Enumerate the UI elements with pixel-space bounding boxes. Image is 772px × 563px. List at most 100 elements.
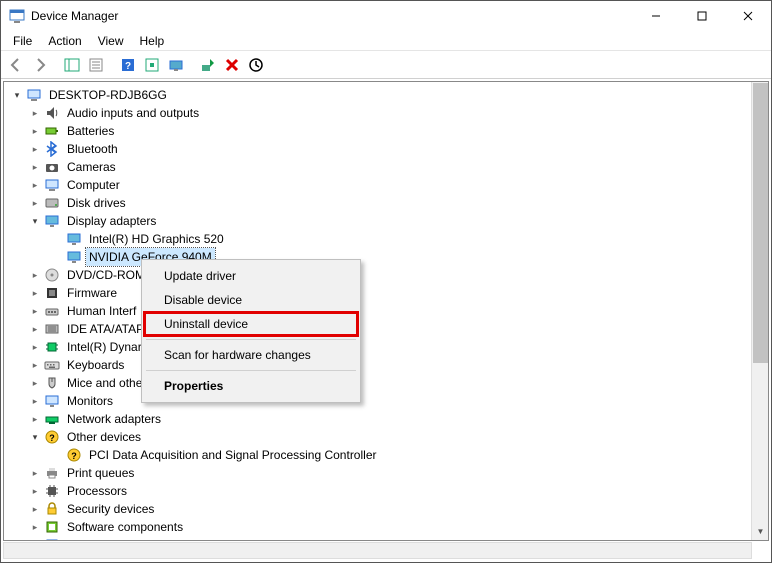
chipset-icon bbox=[44, 339, 60, 355]
tree-item[interactable]: Monitors bbox=[4, 392, 751, 410]
tree-item[interactable]: Print queues bbox=[4, 464, 751, 482]
enable-device-button[interactable] bbox=[197, 54, 219, 76]
expand-icon[interactable] bbox=[28, 340, 42, 354]
tree-item-label: Print queues bbox=[64, 464, 137, 482]
tree-item-label: Network adapters bbox=[64, 410, 164, 428]
tree-item[interactable]: Firmware bbox=[4, 284, 751, 302]
tree-item[interactable]: DVD/CD-ROM bbox=[4, 266, 751, 284]
tree-item[interactable]: Software devices bbox=[4, 536, 751, 540]
monitor-icon bbox=[44, 393, 60, 409]
expand-icon[interactable] bbox=[28, 124, 42, 138]
tree-item[interactable]: Disk drives bbox=[4, 194, 751, 212]
expand-icon[interactable] bbox=[28, 484, 42, 498]
expand-icon[interactable] bbox=[28, 178, 42, 192]
minimize-button[interactable] bbox=[633, 1, 679, 31]
expand-icon[interactable] bbox=[28, 520, 42, 534]
tree-item-label: Keyboards bbox=[64, 356, 127, 374]
security-icon bbox=[44, 501, 60, 517]
tree-leaf-label: PCI Data Acquisition and Signal Processi… bbox=[86, 446, 379, 464]
tree-leaf-selected[interactable]: NVIDIA GeForce 940M bbox=[4, 248, 751, 266]
menu-help[interactable]: Help bbox=[132, 32, 173, 50]
tree-item-label: Computer bbox=[64, 176, 123, 194]
tree-item[interactable]: Network adapters bbox=[4, 410, 751, 428]
tree-item[interactable]: Bluetooth bbox=[4, 140, 751, 158]
expand-icon[interactable] bbox=[28, 322, 42, 336]
expand-icon[interactable] bbox=[28, 394, 42, 408]
expand-icon[interactable] bbox=[28, 502, 42, 516]
properties-button[interactable] bbox=[85, 54, 107, 76]
tree-item[interactable]: Human Interf bbox=[4, 302, 751, 320]
expand-icon[interactable] bbox=[10, 88, 24, 102]
close-button[interactable] bbox=[725, 1, 771, 31]
svg-text:?: ? bbox=[49, 433, 55, 443]
expand-icon[interactable] bbox=[28, 538, 42, 540]
tree-item[interactable]: Computer bbox=[4, 176, 751, 194]
forward-button[interactable] bbox=[29, 54, 51, 76]
app-icon bbox=[9, 8, 25, 24]
tree-item[interactable]: Audio inputs and outputs bbox=[4, 104, 751, 122]
tree-item-label: Software components bbox=[64, 518, 186, 536]
scan-hardware-button[interactable] bbox=[245, 54, 267, 76]
update-driver-button[interactable] bbox=[165, 54, 187, 76]
expand-icon[interactable] bbox=[28, 160, 42, 174]
software-component-icon bbox=[44, 519, 60, 535]
expand-icon[interactable] bbox=[28, 196, 42, 210]
tree-item[interactable]: Batteries bbox=[4, 122, 751, 140]
ctx-disable-device[interactable]: Disable device bbox=[144, 288, 358, 312]
refresh-button[interactable] bbox=[141, 54, 163, 76]
tree-item[interactable]: Processors bbox=[4, 482, 751, 500]
printer-icon bbox=[44, 465, 60, 481]
expand-icon[interactable] bbox=[28, 286, 42, 300]
tree-item[interactable]: Cameras bbox=[4, 158, 751, 176]
expand-icon[interactable] bbox=[28, 304, 42, 318]
tree-item-label: Cameras bbox=[64, 158, 119, 176]
window-title: Device Manager bbox=[31, 9, 633, 23]
tree-item[interactable]: Keyboards bbox=[4, 356, 751, 374]
tree-item-label: Bluetooth bbox=[64, 140, 121, 158]
menu-file[interactable]: File bbox=[5, 32, 40, 50]
tree-item[interactable]: Software components bbox=[4, 518, 751, 536]
tree-root[interactable]: DESKTOP-RDJB6GG bbox=[4, 86, 751, 104]
context-menu: Update driver Disable device Uninstall d… bbox=[141, 259, 361, 403]
tree-item-label: Display adapters bbox=[64, 212, 159, 230]
tree-item[interactable]: IDE ATA/ATAP bbox=[4, 320, 751, 338]
expand-icon[interactable] bbox=[28, 358, 42, 372]
toolbar-separator bbox=[53, 54, 59, 76]
show-hide-console-button[interactable] bbox=[61, 54, 83, 76]
tree-leaf[interactable]: Intel(R) HD Graphics 520 bbox=[4, 230, 751, 248]
expand-icon[interactable] bbox=[28, 430, 42, 444]
tree-leaf[interactable]: ?PCI Data Acquisition and Signal Process… bbox=[4, 446, 751, 464]
back-button[interactable] bbox=[5, 54, 27, 76]
tree-item-label: Software devices bbox=[64, 536, 161, 540]
expand-icon[interactable] bbox=[28, 466, 42, 480]
ctx-properties[interactable]: Properties bbox=[144, 374, 358, 398]
vertical-scrollbar[interactable]: ▲ ▼ bbox=[751, 82, 768, 540]
expand-icon[interactable] bbox=[28, 412, 42, 426]
tree-item-label: Batteries bbox=[64, 122, 117, 140]
network-icon bbox=[44, 411, 60, 427]
expand-icon[interactable] bbox=[28, 268, 42, 282]
device-tree[interactable]: DESKTOP-RDJB6GG Audio inputs and outputs… bbox=[4, 82, 751, 540]
tree-item-label: Other devices bbox=[64, 428, 144, 446]
expand-icon[interactable] bbox=[28, 142, 42, 156]
expand-icon[interactable] bbox=[28, 376, 42, 390]
menu-action[interactable]: Action bbox=[40, 32, 89, 50]
maximize-button[interactable] bbox=[679, 1, 725, 31]
scrollbar-thumb[interactable] bbox=[753, 83, 768, 363]
ctx-update-driver[interactable]: Update driver bbox=[144, 264, 358, 288]
tree-item[interactable]: Security devices bbox=[4, 500, 751, 518]
expand-icon[interactable] bbox=[28, 214, 42, 228]
horizontal-scrollbar[interactable] bbox=[3, 542, 752, 559]
scroll-down-icon[interactable]: ▼ bbox=[752, 523, 769, 540]
tree-item-other-devices[interactable]: ? Other devices bbox=[4, 428, 751, 446]
help-button[interactable]: ? bbox=[117, 54, 139, 76]
tree-item[interactable]: Intel(R) Dynar bbox=[4, 338, 751, 356]
tree-item-display-adapters[interactable]: Display adapters bbox=[4, 212, 751, 230]
menu-view[interactable]: View bbox=[90, 32, 132, 50]
uninstall-device-button[interactable] bbox=[221, 54, 243, 76]
tree-item[interactable]: Mice and othe bbox=[4, 374, 751, 392]
ctx-uninstall-device[interactable]: Uninstall device bbox=[144, 312, 358, 336]
expand-icon[interactable] bbox=[28, 106, 42, 120]
ctx-scan-hardware[interactable]: Scan for hardware changes bbox=[144, 343, 358, 367]
tree-item-label: DVD/CD-ROM bbox=[64, 266, 148, 284]
